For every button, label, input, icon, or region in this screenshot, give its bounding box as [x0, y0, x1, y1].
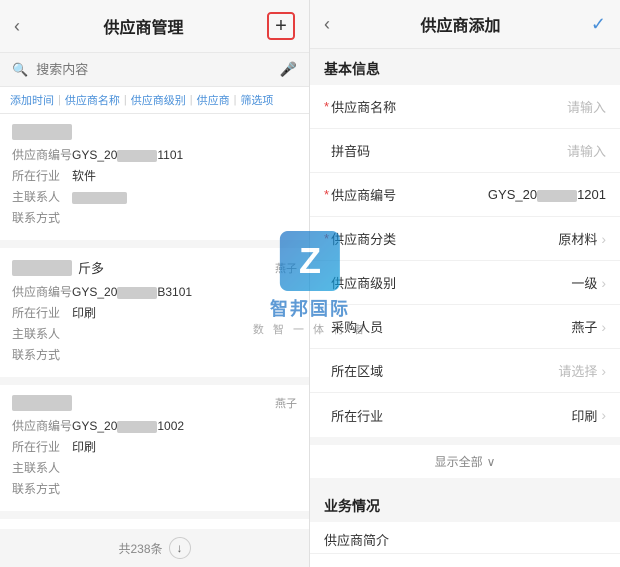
field-value-category: 原材料 — [401, 229, 597, 248]
scroll-down-button[interactable]: ↓ — [169, 537, 191, 559]
add-supplier-button[interactable]: + — [267, 12, 295, 40]
left-header: ‹ 供应商管理 + — [0, 0, 309, 53]
item-industry: 印刷 — [72, 438, 96, 456]
form-row-purchaser[interactable]: * 采购人员 燕子 › — [310, 305, 620, 349]
chevron-right-icon: › — [601, 319, 606, 335]
field-label-code: 供应商编号 — [331, 185, 401, 204]
item-name-suffix: 斤多 — [78, 258, 104, 277]
intro-input[interactable]: 请输入 — [310, 554, 620, 567]
left-title: 供应商管理 — [103, 14, 183, 38]
expand-basic-label: 显示全部 — [435, 453, 483, 470]
list-item[interactable]: 燕子 供应商编号 GYS_201002 所在行业 印刷 主联系人 联系方式 — [0, 385, 309, 511]
avatar — [12, 260, 72, 276]
field-label-category: 供应商分类 — [331, 229, 401, 248]
form-row-level[interactable]: * 供应商级别 一级 › — [310, 261, 620, 305]
field-value-pinyin: 请输入 — [401, 141, 606, 160]
expand-basic-button[interactable]: 显示全部 ∨ — [310, 445, 620, 486]
form-row-name[interactable]: * 供应商名称 请输入 — [310, 85, 620, 129]
item-code: GYS_20B3101 — [72, 283, 192, 301]
mic-icon[interactable]: 🎤 — [280, 61, 297, 78]
form-content: 基本信息 * 供应商名称 请输入 * 拼音码 请输入 * 供应商编号 GYS_2… — [310, 49, 620, 567]
intro-label: 供应商简介 — [310, 522, 620, 554]
item-code: GYS_201101 — [72, 146, 183, 164]
chevron-down-icon: ∨ — [487, 455, 496, 469]
item-contact — [72, 188, 127, 206]
right-back-icon[interactable]: ‹ — [324, 14, 330, 35]
item-assignee: 燕子 — [275, 395, 297, 411]
field-label-region: 所在区域 — [331, 361, 401, 380]
field-label-industry: 所在行业 — [331, 406, 401, 425]
business-section-header: 业务情况 — [310, 486, 620, 522]
search-input[interactable] — [36, 62, 271, 77]
filter-bar: 添加时间 | 供应商名称 | 供应商级别 | 供应商 | 筛选项 — [0, 87, 309, 114]
filter-supplier[interactable]: 供应商 — [197, 92, 230, 108]
filter-name[interactable]: 供应商名称 — [65, 92, 120, 108]
chevron-right-icon: › — [601, 231, 606, 247]
list-item[interactable]: 供应商编号 GYS_201101 所在行业 软件 主联系人 联系方式 — [0, 114, 309, 240]
form-row-industry[interactable]: * 所在行业 印刷 › — [310, 393, 620, 437]
field-label-level: 供应商级别 — [331, 273, 401, 292]
confirm-button[interactable]: ✓ — [591, 14, 606, 35]
list-footer: 共238条 ↓ — [0, 529, 309, 567]
left-back-icon[interactable]: ‹ — [14, 16, 20, 37]
total-count: 共238条 — [118, 540, 162, 557]
basic-section-header: 基本信息 — [310, 49, 620, 85]
item-industry: 软件 — [72, 167, 96, 185]
item-assignee: 燕子 — [275, 260, 297, 276]
form-row-code[interactable]: * 供应商编号 GYS_201201 — [310, 173, 620, 217]
business-form: 供应商简介 请输入 — [310, 522, 620, 567]
field-value-industry: 印刷 — [401, 406, 597, 425]
chevron-right-icon: › — [601, 363, 606, 379]
field-value-level: 一级 — [401, 273, 597, 292]
field-value-region: 请选择 — [401, 361, 597, 380]
search-icon: 🔍 — [12, 62, 28, 78]
field-label-name: 供应商名称 — [331, 97, 401, 116]
field-value-purchaser: 燕子 — [401, 317, 597, 336]
right-header: ‹ 供应商添加 ✓ — [310, 0, 620, 49]
supplier-list: 供应商编号 GYS_201101 所在行业 软件 主联系人 联系方式 斤多 — [0, 114, 309, 529]
search-bar: 🔍 🎤 — [0, 53, 309, 87]
filter-options[interactable]: 筛选项 — [240, 92, 273, 108]
list-item[interactable]: 燕 yzy — [0, 519, 309, 529]
avatar — [12, 124, 72, 140]
left-panel: ‹ 供应商管理 + 🔍 🎤 添加时间 | 供应商名称 | 供应商级别 | 供应商… — [0, 0, 310, 567]
field-label-pinyin: 拼音码 — [331, 141, 401, 160]
right-panel: ‹ 供应商添加 ✓ 基本信息 * 供应商名称 请输入 * 拼音码 请输入 * 供… — [310, 0, 620, 567]
item-industry: 印刷 — [72, 304, 96, 322]
form-row-region[interactable]: * 所在区域 请选择 › — [310, 349, 620, 393]
item-code: GYS_201002 — [72, 417, 184, 435]
field-value-code: GYS_201201 — [401, 187, 606, 202]
filter-date[interactable]: 添加时间 — [10, 92, 54, 108]
basic-info-form: * 供应商名称 请输入 * 拼音码 请输入 * 供应商编号 GYS_201201… — [310, 85, 620, 437]
chevron-right-icon: › — [601, 407, 606, 423]
right-title: 供应商添加 — [420, 12, 500, 36]
form-row-pinyin[interactable]: * 拼音码 请输入 — [310, 129, 620, 173]
form-row-category[interactable]: * 供应商分类 原材料 › — [310, 217, 620, 261]
list-item[interactable]: 斤多 燕子 供应商编号 GYS_20B3101 所在行业 印刷 主联系人 联系方… — [0, 248, 309, 377]
field-value-name: 请输入 — [401, 97, 606, 116]
chevron-right-icon: › — [601, 275, 606, 291]
filter-category[interactable]: 供应商级别 — [131, 92, 186, 108]
avatar — [12, 395, 72, 411]
field-label-purchaser: 采购人员 — [331, 317, 401, 336]
